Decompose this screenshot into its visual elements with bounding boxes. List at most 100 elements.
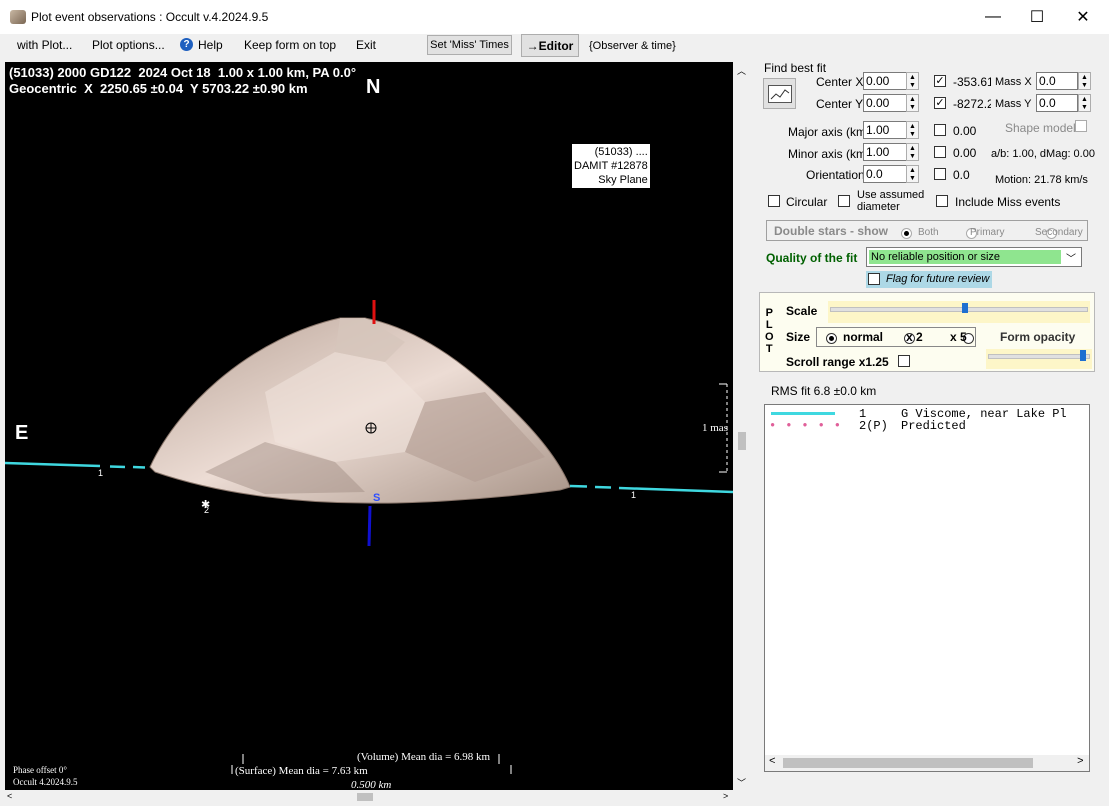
- plot-horizontal-scrollbar[interactable]: < >: [5, 790, 733, 804]
- include-miss-checkbox[interactable]: [936, 195, 948, 207]
- observer-chord-right: [569, 484, 733, 494]
- mass-y-stepper[interactable]: ▲ ▼: [1078, 94, 1091, 112]
- observer-legend-list[interactable]: 1 G Viscome, near Lake Pl ••••• 2(P) Pre…: [764, 404, 1090, 772]
- quality-dropdown[interactable]: No reliable position or size ﹀: [866, 247, 1082, 267]
- scroll-range-checkbox[interactable]: [898, 355, 910, 367]
- double-both-label: Both: [918, 227, 939, 238]
- menu-exit[interactable]: Exit: [353, 38, 379, 52]
- major-axis-fit-value: 0.00: [953, 124, 977, 138]
- menu-plot-options[interactable]: Plot options...: [89, 38, 168, 52]
- major-axis-label: Major axis (km): [788, 125, 871, 139]
- chord-label-right: 1: [631, 490, 637, 500]
- orientation-stepper[interactable]: ▲ ▼: [906, 165, 919, 183]
- scroll-left-icon[interactable]: <: [7, 791, 12, 801]
- object-label-line: Sky Plane: [598, 174, 648, 186]
- editor-button[interactable]: →Editor: [521, 34, 579, 57]
- flag-review-checkbox[interactable]: [868, 273, 880, 285]
- shape-model-checkbox[interactable]: [1075, 120, 1087, 132]
- version-label: Occult 4.2024.9.5: [13, 777, 78, 787]
- scroll-down-icon[interactable]: ﹀: [737, 776, 746, 789]
- scroll-right-icon[interactable]: >: [723, 791, 728, 801]
- form-opacity-slider[interactable]: [986, 349, 1092, 369]
- quality-label: Quality of the fit: [766, 251, 858, 265]
- size-normal-label: normal: [843, 330, 884, 344]
- south-label: S: [373, 492, 381, 504]
- menu-help[interactable]: Help: [195, 38, 226, 52]
- mass-x-input[interactable]: 0.0: [1036, 72, 1078, 90]
- find-best-fit-button[interactable]: [763, 78, 796, 109]
- legend-scroll-thumb[interactable]: [783, 758, 1033, 768]
- circular-checkbox[interactable]: [768, 195, 780, 207]
- object-label-line: DAMIT #12878: [574, 160, 648, 172]
- form-opacity-label: Form opacity: [1000, 330, 1076, 344]
- plot-vertical-scrollbar[interactable]: ︿ ﹀: [734, 62, 749, 790]
- orientation-fit-value: 0.0: [953, 168, 970, 182]
- orientation-input[interactable]: 0.0: [863, 165, 907, 183]
- horizontal-scroll-thumb[interactable]: [357, 793, 373, 801]
- minor-axis-stepper[interactable]: ▲ ▼: [906, 143, 919, 161]
- scale-slider[interactable]: [828, 301, 1090, 323]
- legend-num: 2(P): [859, 419, 888, 433]
- plot-letter: P: [765, 307, 773, 319]
- use-assumed-label: Use assumed diameter: [857, 189, 925, 213]
- major-axis-stepper[interactable]: ▲ ▼: [906, 121, 919, 139]
- center-y-stepper[interactable]: ▲ ▼: [906, 94, 919, 112]
- vertical-scroll-thumb[interactable]: [738, 432, 746, 450]
- observer-chord-left: [5, 461, 146, 469]
- maximize-button[interactable]: ☐: [1014, 0, 1060, 34]
- scroll-up-icon[interactable]: ︿: [737, 64, 746, 77]
- scroll-left-icon[interactable]: <: [769, 756, 776, 768]
- size-x2-label: x 2: [906, 330, 923, 344]
- double-primary-label: Primary: [970, 227, 1005, 238]
- plot-settings-panel: P L O T Scale Size normal x 2 x 5 Form o…: [759, 292, 1095, 372]
- center-y-input[interactable]: 0.00: [863, 94, 907, 112]
- center-x-fit-value: -353.61: [953, 75, 991, 89]
- scroll-range-label: Scroll range x1.25: [786, 355, 889, 369]
- motion-label: Motion: 21.78 km/s: [995, 174, 1088, 186]
- menu-keep-form-on-top[interactable]: Keep form on top: [241, 38, 339, 52]
- minor-axis-checkbox[interactable]: [934, 146, 946, 158]
- minimize-button[interactable]: —: [970, 0, 1016, 34]
- chevron-down-icon[interactable]: ﹀: [1066, 250, 1076, 265]
- minor-axis-input[interactable]: 1.00: [863, 143, 907, 161]
- scale-slider-thumb[interactable]: [962, 303, 968, 313]
- phase-offset-label: Phase offset 0°: [13, 765, 67, 775]
- mass-x-stepper[interactable]: ▲ ▼: [1078, 72, 1091, 90]
- center-x-stepper[interactable]: ▲ ▼: [906, 72, 919, 90]
- legend-text: Predicted: [901, 419, 966, 433]
- center-x-label: Center X: [816, 75, 864, 89]
- double-stars-label: Double stars - show: [774, 224, 889, 238]
- observer-time-label[interactable]: {Observer & time}: [589, 40, 676, 52]
- plot-canvas[interactable]: (51033) 2000 GD122 2024 Oct 18 1.00 x 1.…: [5, 62, 733, 790]
- south-pole-marker: [367, 505, 372, 547]
- orientation-checkbox[interactable]: [934, 168, 946, 180]
- menu-with-plot[interactable]: with Plot...: [14, 38, 75, 52]
- major-axis-checkbox[interactable]: [934, 124, 946, 136]
- set-miss-times-button[interactable]: Set 'Miss' Times: [427, 35, 512, 55]
- app-icon: [10, 10, 26, 24]
- center-y-label: Center Y: [816, 97, 864, 111]
- predicted-label: 2: [204, 505, 210, 515]
- use-assumed-checkbox[interactable]: [838, 195, 850, 207]
- double-secondary-label: Secondary: [1035, 227, 1083, 238]
- mass-y-input[interactable]: 0.0: [1036, 94, 1078, 112]
- opacity-slider-thumb[interactable]: [1080, 350, 1086, 361]
- surface-mean-dia: (Surface) Mean dia = 7.63 km: [235, 765, 368, 777]
- legend-horizontal-scrollbar[interactable]: < >: [765, 755, 1089, 771]
- center-x-input[interactable]: 0.00: [863, 72, 907, 90]
- chord-label-left: 1: [98, 468, 104, 478]
- find-best-fit-label: Find best fit: [764, 61, 827, 75]
- shape-model-label: Shape model: [1005, 121, 1076, 135]
- flag-review-label: Flag for future review: [886, 273, 990, 285]
- ab-dmag-label: a/b: 1.00, dMag: 0.00: [991, 148, 1095, 160]
- center-y-fit-value: -8272.24: [953, 97, 991, 111]
- close-button[interactable]: ✕: [1060, 0, 1106, 34]
- chart-icon: [767, 84, 792, 103]
- object-label-line: (51033) ....: [594, 146, 648, 158]
- plot-side-label: P L O T: [765, 307, 774, 355]
- major-axis-input[interactable]: 1.00: [863, 121, 907, 139]
- help-icon[interactable]: ?: [180, 38, 193, 51]
- center-y-checkbox[interactable]: ✓: [934, 97, 946, 109]
- scroll-right-icon[interactable]: >: [1077, 756, 1084, 768]
- center-x-checkbox[interactable]: ✓: [934, 75, 946, 87]
